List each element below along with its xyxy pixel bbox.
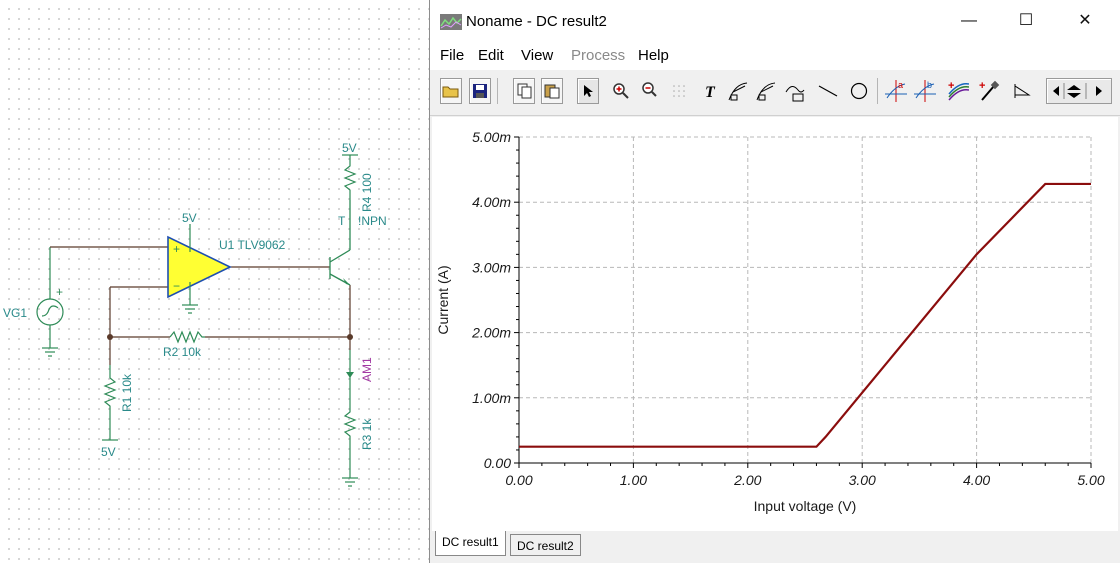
vg1-source-symbol xyxy=(36,298,64,326)
scroll-arrows-icon[interactable] xyxy=(1046,78,1112,104)
opamp-label: U1 TLV9062 xyxy=(219,238,286,252)
pointer-icon[interactable] xyxy=(577,78,599,104)
grid-icon[interactable] xyxy=(668,78,690,104)
vg1-label: VG1 xyxy=(3,306,27,320)
r4-label: R4 100 xyxy=(360,173,374,212)
toolbar: T a b + + xyxy=(430,70,1120,116)
y-axis-label: Current (A) xyxy=(435,265,451,334)
npn-transistor xyxy=(329,200,351,286)
r4-resistor xyxy=(343,155,357,200)
r1-resistor xyxy=(103,365,117,440)
svg-text:+: + xyxy=(948,80,954,92)
menu-view[interactable]: View xyxy=(521,47,553,64)
title-bar[interactable]: Noname - DC result2 — ☐ ✕ xyxy=(430,0,1120,42)
x-tick-label: 3.00 xyxy=(849,472,876,488)
opamp-plus-label: + xyxy=(173,242,180,256)
x-tick-label: 4.00 xyxy=(963,472,990,488)
circle-icon[interactable] xyxy=(848,78,870,104)
app-icon xyxy=(440,14,462,30)
schematic-canvas[interactable]: + − VG1 + U1 TLV9062 5V R2 10k 5V R1 10k… xyxy=(0,0,430,563)
current-curve xyxy=(519,182,1091,448)
transistor-t-label: T xyxy=(338,214,346,228)
menu-file[interactable]: File xyxy=(440,47,464,64)
dc-result-window: Noname - DC result2 — ☐ ✕ File Edit View… xyxy=(429,0,1120,563)
curve-label-3-icon[interactable] xyxy=(784,78,806,104)
cursor-b-icon[interactable]: b xyxy=(914,78,936,104)
r3-label: R3 1k xyxy=(360,418,374,450)
y-tick-label: 2.00m xyxy=(471,325,511,341)
window-title: Noname - DC result2 xyxy=(466,13,607,30)
y-tick-label: 4.00m xyxy=(472,194,511,210)
svg-text:b: b xyxy=(927,80,932,90)
menu-help[interactable]: Help xyxy=(638,47,669,64)
source-plus-label: + xyxy=(56,285,63,299)
r2-label: R2 10k xyxy=(163,345,202,359)
transistor-label: !NPN xyxy=(358,214,387,228)
y-tick-label: 0.00 xyxy=(484,455,511,471)
zoom-in-icon[interactable] xyxy=(610,78,632,104)
close-button[interactable]: ✕ xyxy=(1074,10,1096,32)
result-tabs: DC result1 DC result2 xyxy=(430,531,1120,563)
x-tick-label: 0.00 xyxy=(505,472,532,488)
paste-icon[interactable] xyxy=(541,78,563,104)
zoom-100-icon[interactable] xyxy=(639,78,661,104)
opamp-minus-label: − xyxy=(173,279,180,293)
ammeter-label: AM1 xyxy=(360,357,374,382)
r4-supply-label: 5V xyxy=(342,141,357,155)
x-tick-label: 1.00 xyxy=(620,472,647,488)
svg-text:T: T xyxy=(705,84,716,99)
text-icon[interactable]: T xyxy=(700,78,722,104)
y-tick-label: 3.00m xyxy=(472,259,511,275)
svg-text:+: + xyxy=(979,80,985,92)
tab-dc-result2[interactable]: DC result2 xyxy=(510,534,581,556)
x-tick-label: 5.00 xyxy=(1077,472,1104,488)
svg-text:a: a xyxy=(898,80,903,90)
y-tick-label: 1.00m xyxy=(472,390,511,406)
curve-label-icon[interactable] xyxy=(727,78,749,104)
line-icon[interactable] xyxy=(817,78,839,104)
opamp-supply-label: 5V xyxy=(182,211,197,225)
maximize-button[interactable]: ☐ xyxy=(1015,10,1037,32)
plot-area[interactable]: 0.00 1.00 2.00 3.00 4.00 5.00 0.00 1.00m 2.00m 3.… xyxy=(432,117,1118,531)
menu-edit[interactable]: Edit xyxy=(478,47,504,64)
save-icon[interactable] xyxy=(469,78,491,104)
probe-icon[interactable]: + xyxy=(978,78,1000,104)
y-tick-label: 5.00m xyxy=(472,129,511,145)
dc-transfer-chart[interactable]: 0.00 1.00 2.00 3.00 4.00 5.00 0.00 1.00m 2.00m 3.… xyxy=(432,117,1118,531)
add-curve-icon[interactable]: + xyxy=(947,78,969,104)
curve-label-2-icon[interactable] xyxy=(755,78,777,104)
copy-icon[interactable] xyxy=(513,78,535,104)
r1-label: R1 10k xyxy=(120,373,134,412)
schematic-drawing[interactable]: + − VG1 + U1 TLV9062 5V R2 10k 5V R1 10k… xyxy=(0,0,430,563)
open-folder-icon[interactable] xyxy=(440,78,462,104)
cursor-a-icon[interactable]: a xyxy=(885,78,907,104)
marker-icon[interactable] xyxy=(1011,78,1033,104)
menu-bar: File Edit View Process Help xyxy=(430,42,1120,70)
x-axis-label: Input voltage (V) xyxy=(754,498,857,514)
minimize-button[interactable]: — xyxy=(958,10,980,32)
r2-resistor xyxy=(169,330,205,344)
tab-dc-result1[interactable]: DC result1 xyxy=(435,531,506,556)
menu-process[interactable]: Process xyxy=(571,47,625,64)
x-tick-label: 2.00 xyxy=(733,472,761,488)
r3-resistor xyxy=(343,395,357,478)
r1-supply-label: 5V xyxy=(101,445,116,459)
